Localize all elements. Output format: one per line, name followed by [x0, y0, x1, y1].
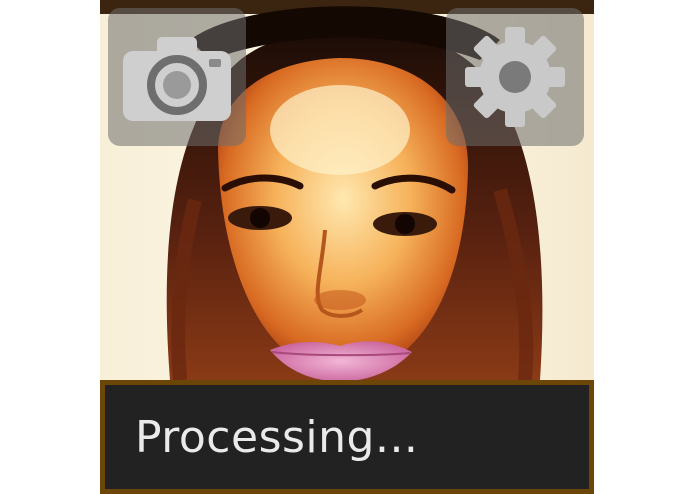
camera-icon — [123, 37, 231, 121]
settings-button[interactable] — [446, 8, 584, 146]
capture-button[interactable] — [108, 8, 246, 146]
status-text: Processing... — [135, 411, 419, 463]
gear-icon — [465, 27, 565, 127]
status-bar: Processing... — [100, 380, 594, 494]
app-screen: Processing... — [100, 0, 594, 494]
